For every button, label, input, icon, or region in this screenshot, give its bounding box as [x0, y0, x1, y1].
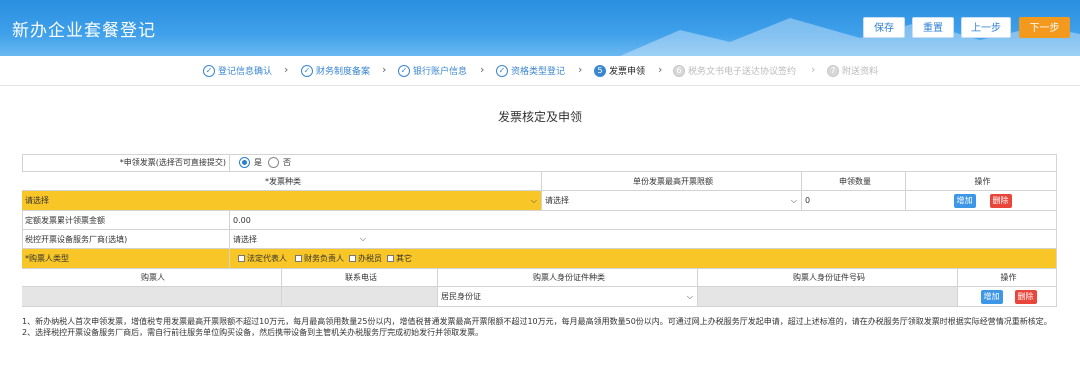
apply-yes-label: 是 [254, 158, 262, 167]
notes: 1、新办纳税人首次申领发票，增值税专用发票最高开票限额不超过10万元，每月最高领… [22, 316, 1062, 338]
chevron-right-icon: › [658, 63, 663, 76]
col-header-id-type: 购票人身份证件种类 [438, 269, 698, 287]
chevron-right-icon: › [480, 63, 485, 76]
buyer-phone-input[interactable] [282, 287, 438, 307]
col-header-buyer: 购票人 [22, 269, 282, 287]
prev-step-button[interactable]: 上一步 [961, 17, 1011, 38]
id-type-select[interactable]: 居民身份证 ⌵ [438, 287, 698, 307]
add-buyer-button[interactable]: 增加 [980, 289, 1003, 304]
apply-invoice-radio-group: 是 否 [230, 154, 1057, 172]
chevron-right-icon: › [382, 63, 387, 76]
reset-button[interactable]: 重置 [912, 17, 954, 38]
next-step-button[interactable]: 下一步 [1019, 17, 1070, 38]
checkbox-finance-head[interactable] [295, 255, 302, 262]
quota-amount-label: 定额发票累计领票金额 [22, 211, 230, 230]
col-header-invoice-type: *发票种类 [22, 172, 542, 191]
col-header-id-number: 购票人身份证件号码 [698, 269, 958, 287]
chevron-down-icon: ⌵ [686, 291, 693, 301]
checkbox-label: 办税员 [358, 254, 382, 263]
invoice-type-select[interactable]: 请选择 ⌵ [22, 191, 542, 211]
invoice-type-value: 请选择 [25, 196, 49, 205]
col-header-phone: 联系电话 [282, 269, 438, 287]
step-2[interactable]: ✓ 财务制度备案 [301, 64, 370, 77]
col-header-action: 操作 [906, 172, 1057, 191]
quantity-input[interactable]: 0 [802, 191, 906, 211]
step-3[interactable]: ✓ 银行账户信息 [398, 64, 467, 77]
note-2: 2、选择税控开票设备服务厂商后，需自行前往服务单位购买设备，然后携带设备到主管机… [22, 328, 484, 337]
chevron-down-icon: ⌵ [530, 195, 537, 205]
buyer-type-label: *购票人类型 [22, 249, 230, 269]
apply-yes-radio[interactable] [239, 157, 250, 168]
apply-no-label: 否 [283, 158, 291, 167]
page-title: 新办企业套餐登记 [12, 21, 156, 41]
header-bar: 新办企业套餐登记 保存 重置 上一步 下一步 [0, 0, 1080, 56]
check-circle-icon: ✓ [496, 64, 508, 77]
step-4[interactable]: ✓ 资格类型登记 [496, 64, 565, 77]
check-circle-icon: ✓ [301, 64, 313, 77]
checkbox-tax-officer[interactable] [349, 255, 356, 262]
quota-amount-value: 0.00 [230, 211, 1057, 230]
checkbox-label: 其它 [396, 254, 412, 263]
delete-invoice-button[interactable]: 删除 [989, 193, 1012, 208]
check-circle-icon: ✓ [398, 64, 410, 77]
buyer-name-input[interactable] [22, 287, 282, 307]
step-label: 财务制度备案 [316, 67, 371, 77]
save-button[interactable]: 保存 [863, 17, 905, 38]
vendor-value: 请选择 [233, 234, 257, 244]
col-header-buyer-action: 操作 [958, 269, 1057, 287]
checkbox-other[interactable] [387, 255, 394, 262]
step-number-icon: 7 [827, 64, 839, 77]
step-label: 发票申领 [609, 67, 646, 77]
id-number-input[interactable] [698, 287, 958, 307]
vendor-cell: 请选择 ⌵ [230, 230, 1057, 249]
delete-buyer-button[interactable]: 删除 [1014, 289, 1037, 304]
chevron-right-icon: › [811, 63, 816, 76]
step-number-icon: 5 [594, 64, 606, 77]
chevron-down-icon: ⌵ [359, 233, 366, 243]
vendor-label: 税控开票设备服务厂商(选填) [22, 230, 230, 249]
step-5-current[interactable]: 5 发票申领 [594, 64, 645, 77]
step-6: 6 税务文书电子送达协议签约 [673, 64, 796, 77]
checkbox-legal-rep[interactable] [238, 255, 245, 262]
step-1[interactable]: ✓ 登记信息确认 [203, 64, 272, 77]
step-7: 7 附送资料 [827, 64, 878, 77]
step-label: 登记信息确认 [218, 67, 273, 77]
id-type-value: 居民身份证 [441, 292, 481, 301]
max-limit-select[interactable]: 请选择 ⌵ [542, 191, 802, 211]
add-invoice-button[interactable]: 增加 [953, 193, 976, 208]
col-header-quantity: 申领数量 [802, 172, 906, 191]
apply-invoice-label: *申领发票(选择否可直接提交) [22, 154, 230, 172]
checkbox-label: 财务负责人 [304, 254, 344, 263]
section-title: 发票核定及申领 [497, 110, 582, 124]
apply-no-radio[interactable] [268, 157, 279, 168]
invoice-row-actions: 增加 删除 [906, 191, 1057, 211]
step-number-icon: 6 [673, 64, 685, 77]
mountain-decoration [620, 18, 1080, 56]
step-label: 银行账户信息 [413, 67, 468, 77]
chevron-right-icon: › [578, 63, 583, 76]
note-1: 1、新办纳税人首次申领发票，增值税专用发票最高开票限额不超过10万元，每月最高领… [22, 317, 1052, 326]
checkbox-label: 法定代表人 [247, 254, 287, 263]
step-progress: ✓ 登记信息确认 › ✓ 财务制度备案 › ✓ 银行账户信息 › ✓ 资格类型登记 › … [0, 56, 1080, 86]
col-header-max-limit: 单份发票最高开票限额 [542, 172, 802, 191]
chevron-down-icon: ⌵ [790, 195, 797, 205]
check-circle-icon: ✓ [203, 64, 215, 77]
vendor-select[interactable]: 请选择 ⌵ [233, 234, 366, 245]
step-label: 资格类型登记 [511, 67, 566, 77]
buyer-row-actions: 增加 删除 [958, 287, 1057, 307]
chevron-right-icon: › [284, 63, 289, 76]
buyer-type-checkbox-group: 法定代表人 财务负责人 办税员 其它 [230, 249, 1057, 269]
step-label: 附送资料 [842, 67, 879, 77]
step-label: 税务文书电子送达协议签约 [688, 67, 797, 77]
max-limit-value: 请选择 [545, 196, 569, 205]
